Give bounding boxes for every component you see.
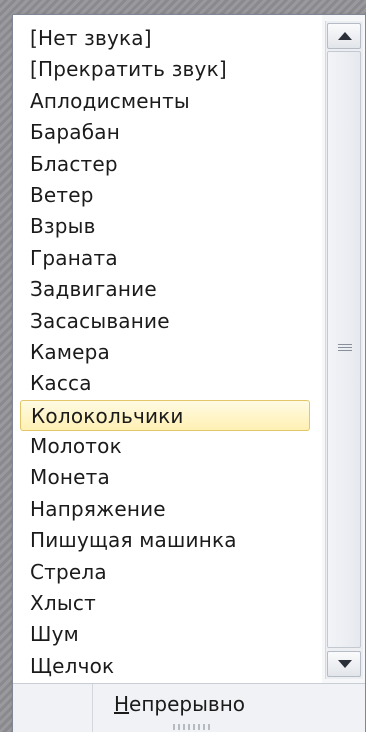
list-item[interactable]: Взрыв <box>13 211 322 242</box>
list-item[interactable]: Засасывание <box>13 306 322 337</box>
triangle-up-icon <box>338 32 352 40</box>
footer-divider <box>92 684 93 732</box>
list-item[interactable]: Барабан <box>13 117 322 148</box>
list-item[interactable]: Задвигание <box>13 274 322 305</box>
scroll-up-button[interactable] <box>327 23 361 49</box>
continuous-mnemonic: Н <box>114 692 130 716</box>
sound-dropdown: [Нет звука] [Прекратить звук] Аплодисменты… <box>12 14 366 732</box>
scroll-thumb-grip-icon <box>338 344 352 352</box>
sound-list-items: [Нет звука] [Прекратить звук] Аплодисменты… <box>13 15 322 682</box>
list-item[interactable]: Камера <box>13 337 322 368</box>
list-item[interactable]: Хлыст <box>13 588 322 619</box>
list-item[interactable]: [Прекратить звук] <box>13 54 322 85</box>
list-item[interactable]: Монета <box>13 462 322 493</box>
list-item[interactable]: Щелчок <box>13 651 322 682</box>
resize-grip[interactable] <box>173 724 213 730</box>
scroll-thumb[interactable] <box>327 51 361 648</box>
dropdown-footer: Непрерывно <box>13 683 365 732</box>
list-item[interactable]: Молоток <box>13 431 322 462</box>
continuous-label: епрерывно <box>129 692 246 716</box>
list-item[interactable]: Бластер <box>13 149 322 180</box>
list-item[interactable]: Шум <box>13 619 322 650</box>
vertical-scrollbar[interactable] <box>325 21 363 679</box>
list-item[interactable]: Граната <box>13 243 322 274</box>
sound-list: [Нет звука] [Прекратить звук] Аплодисменты… <box>13 15 322 683</box>
continuous-option[interactable]: Непрерывно <box>114 691 245 717</box>
list-item[interactable]: [Нет звука] <box>13 23 322 54</box>
list-item[interactable]: Касса <box>13 368 322 399</box>
scroll-down-button[interactable] <box>327 651 361 677</box>
list-item[interactable]: Ветер <box>13 180 322 211</box>
list-item[interactable]: Напряжение <box>13 494 322 525</box>
triangle-down-icon <box>338 660 352 668</box>
list-item[interactable]: Стрела <box>13 557 322 588</box>
list-item-selected[interactable]: Колокольчики <box>20 399 310 432</box>
list-item[interactable]: Аплодисменты <box>13 86 322 117</box>
list-item[interactable]: Пишущая машинка <box>13 525 322 556</box>
